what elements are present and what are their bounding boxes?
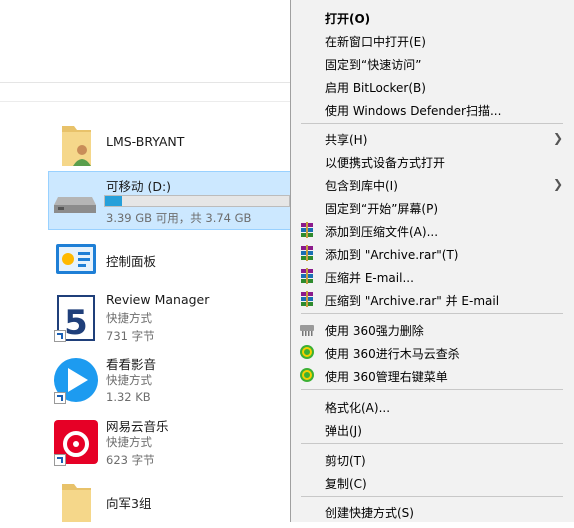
item-type: 快捷方式 (106, 311, 152, 325)
menu-item-label: 创建快捷方式(S) (325, 506, 414, 520)
menu-item-compress-email[interactable]: 压缩并 E-mail... (291, 265, 574, 287)
review-manager-icon: 5 (52, 294, 100, 343)
360-icon (299, 344, 315, 360)
item-type: 快捷方式 (106, 373, 152, 387)
menu-item-eject[interactable]: 弹出(J) (291, 418, 574, 440)
menu-item-label: 添加到压缩文件(A)... (325, 225, 439, 239)
360-icon (299, 367, 315, 383)
shortcut-arrow-icon (54, 392, 66, 404)
shortcut-arrow-icon (54, 330, 66, 342)
winrar-icon (299, 245, 315, 261)
submenu-arrow-icon: ❯ (552, 177, 563, 191)
list-item-netease-music[interactable]: 网易云音乐 快捷方式 623 字节 (48, 414, 290, 470)
drive-name: 可移动 (D:) (106, 179, 172, 194)
menu-item-open-new-window[interactable]: 在新窗口中打开(E) (291, 29, 574, 51)
item-name: 看看影音 (106, 357, 157, 372)
winrar-icon (299, 268, 315, 284)
item-name: 网易云音乐 (106, 419, 169, 434)
ribbon-divider (0, 82, 290, 83)
submenu-arrow-icon: ❯ (552, 131, 563, 145)
drive-usage-text: 3.39 GB 可用，共 3.74 GB (106, 211, 252, 225)
netease-music-icon (52, 418, 100, 466)
shortcut-arrow-icon (54, 454, 66, 466)
menu-item-label: 压缩到 "Archive.rar" 并 E-mail (325, 294, 500, 308)
menu-separator (301, 123, 563, 124)
shredder-icon (299, 321, 315, 337)
drive-usage-fill (105, 196, 123, 206)
menu-item-label: 使用 360强力删除 (325, 324, 424, 338)
menu-item-label: 压缩并 E-mail... (325, 271, 414, 285)
menu-item-label: 剪切(T) (325, 454, 366, 468)
menu-item-360-scan[interactable]: 使用 360进行木马云查杀 (291, 341, 574, 363)
menu-item-include-library[interactable]: 包含到库中(I) ❯ (291, 173, 574, 195)
context-menu: 打开(O) 在新窗口中打开(E) 固定到“快速访问” 启用 BitLocker(… (290, 0, 574, 522)
control-panel-icon (52, 240, 100, 288)
menu-item-label: 弹出(J) (325, 424, 362, 438)
menu-item-open-portable[interactable]: 以便携式设备方式打开 (291, 150, 574, 172)
menu-item-label: 格式化(A)... (325, 401, 391, 415)
item-name: Review Manager (106, 292, 210, 307)
menu-item-label: 共享(H) (325, 133, 368, 147)
menu-item-360-manage[interactable]: 使用 360管理右键菜单 (291, 364, 574, 386)
list-item-review-manager[interactable]: 5 Review Manager 快捷方式 731 字节 (48, 290, 290, 346)
item-size: 731 字节 (106, 329, 155, 343)
item-name: LMS-BRYANT (106, 134, 185, 149)
user-folder-icon (52, 120, 100, 168)
menu-item-copy[interactable]: 复制(C) (291, 471, 574, 493)
item-name: 向军3组 (106, 496, 152, 511)
menu-item-open[interactable]: 打开(O) (291, 6, 574, 28)
menu-item-pin-start[interactable]: 固定到“开始”屏幕(P) (291, 196, 574, 218)
menu-item-pin-quick-access[interactable]: 固定到“快速访问” (291, 52, 574, 74)
list-item-kankan[interactable]: 看看影音 快捷方式 1.32 KB (48, 352, 290, 408)
menu-item-label: 固定到“快速访问” (325, 58, 422, 72)
menu-item-cut[interactable]: 剪切(T) (291, 448, 574, 470)
menu-separator (301, 496, 563, 497)
svg-text:5: 5 (64, 303, 88, 342)
menu-item-360-delete[interactable]: 使用 360强力删除 (291, 318, 574, 340)
winrar-icon (299, 291, 315, 307)
menu-item-label: 以便携式设备方式打开 (325, 156, 446, 170)
menu-item-share[interactable]: 共享(H) ❯ (291, 127, 574, 149)
menu-item-label: 固定到“开始”屏幕(P) (325, 202, 439, 216)
menu-item-label: 使用 Windows Defender扫描... (325, 104, 502, 118)
menu-separator (301, 389, 563, 390)
menu-item-label: 在新窗口中打开(E) (325, 35, 426, 49)
menu-separator (301, 443, 563, 444)
address-divider (0, 101, 290, 102)
winrar-icon (299, 222, 315, 238)
menu-item-label: 添加到 "Archive.rar"(T) (325, 248, 459, 262)
menu-item-label: 打开(O) (325, 12, 371, 26)
list-item-folder[interactable]: 向军3组 (48, 478, 290, 522)
kankan-player-icon (52, 356, 100, 404)
item-size: 1.32 KB (106, 390, 151, 404)
folder-icon (52, 480, 100, 528)
menu-separator (301, 313, 563, 314)
list-item-lms-bryant[interactable]: LMS-BRYANT (48, 120, 290, 168)
item-type: 快捷方式 (106, 435, 152, 449)
item-size: 623 字节 (106, 453, 155, 467)
menu-item-create-shortcut[interactable]: 创建快捷方式(S) (291, 500, 574, 522)
removable-drive-icon (52, 177, 100, 225)
menu-item-label: 使用 360进行木马云查杀 (325, 347, 460, 361)
drive-usage-bar (104, 195, 290, 207)
menu-item-label: 包含到库中(I) (325, 179, 398, 193)
menu-item-add-archive-rar[interactable]: 添加到 "Archive.rar"(T) (291, 242, 574, 264)
menu-item-label: 复制(C) (325, 477, 367, 491)
list-item-control-panel[interactable]: 控制面板 (48, 236, 290, 280)
menu-item-add-archive[interactable]: 添加到压缩文件(A)... (291, 219, 574, 241)
menu-item-bitlocker[interactable]: 启用 BitLocker(B) (291, 75, 574, 97)
menu-item-label: 启用 BitLocker(B) (325, 81, 426, 95)
menu-item-defender-scan[interactable]: 使用 Windows Defender扫描... (291, 98, 574, 120)
menu-item-format[interactable]: 格式化(A)... (291, 395, 574, 417)
menu-item-label: 使用 360管理右键菜单 (325, 370, 448, 384)
menu-item-compress-rar-email[interactable]: 压缩到 "Archive.rar" 并 E-mail (291, 288, 574, 310)
item-name: 控制面板 (106, 254, 157, 269)
